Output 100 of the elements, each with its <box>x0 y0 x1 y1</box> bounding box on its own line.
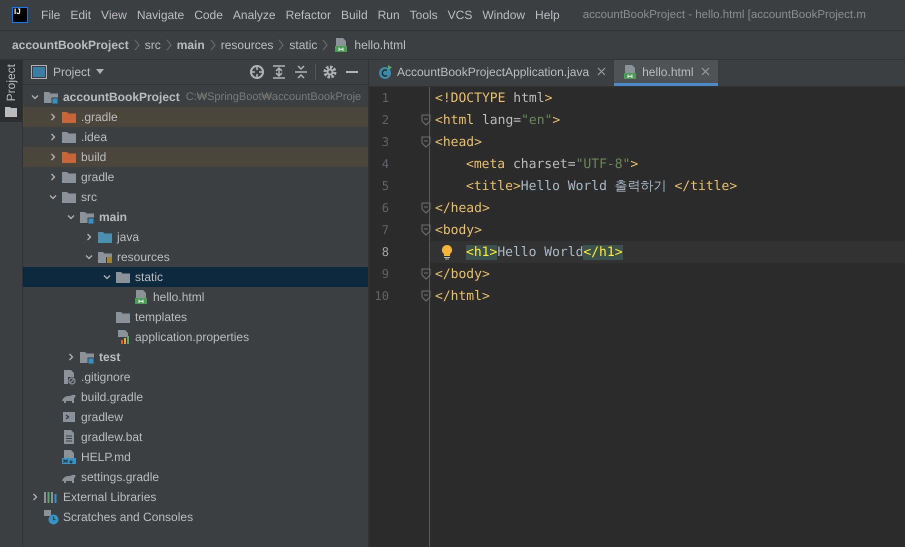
fold-marker-icon[interactable] <box>421 290 431 302</box>
breadcrumb-item[interactable]: src <box>144 38 161 52</box>
line-number: 4 <box>380 157 389 171</box>
fold-marker-icon[interactable] <box>421 136 431 148</box>
tree-item[interactable]: src <box>23 187 368 207</box>
close-icon[interactable] <box>597 67 606 76</box>
tree-item[interactable]: hello.html <box>23 287 368 307</box>
fold-marker-icon[interactable] <box>421 224 431 236</box>
chevron-right-icon <box>166 39 172 51</box>
tree-item[interactable]: gradle <box>23 167 368 187</box>
menu-item[interactable]: Navigate <box>132 8 190 22</box>
line-number: 7 <box>380 223 389 237</box>
window-title: accountBookProject - hello.html [accountBookProject.m <box>582 9 866 21</box>
lightbulb-icon[interactable] <box>441 244 453 260</box>
tree-item-label: main <box>99 210 128 224</box>
chevron-right-icon[interactable] <box>49 153 57 161</box>
chevron-down-icon[interactable] <box>49 193 57 201</box>
tree-item[interactable]: gradlew <box>23 407 368 427</box>
tree-item[interactable]: application.properties <box>23 327 368 347</box>
chevron-right-icon[interactable] <box>49 133 57 141</box>
tree-item[interactable]: .gitignore <box>23 367 368 387</box>
code-line: <title>Hello World 출력하기 </title> <box>465 178 738 196</box>
tree-item-label: gradle <box>81 170 114 184</box>
chevron-down-icon[interactable] <box>67 213 75 221</box>
collapse-all-icon[interactable] <box>293 64 309 80</box>
tree-item-label: build.gradle <box>81 390 144 404</box>
folder-icon <box>61 129 77 145</box>
chevron-right-icon[interactable] <box>67 353 75 361</box>
tree-item[interactable]: Scratches and Consoles <box>23 507 368 527</box>
code-line: </body> <box>434 266 491 284</box>
breadcrumb-item[interactable]: accountBookProject <box>12 38 129 52</box>
tree-item[interactable]: gradlew.bat <box>23 427 368 447</box>
menu-item[interactable]: Help <box>530 8 565 22</box>
close-icon[interactable] <box>701 67 710 76</box>
chevron-right-icon[interactable] <box>85 233 93 241</box>
tree-item-label: src <box>81 190 97 204</box>
menu-item[interactable]: Run <box>372 8 405 22</box>
menu-item[interactable]: Window <box>477 8 530 22</box>
tree-item[interactable]: External Libraries <box>23 487 368 507</box>
chevron-right-icon[interactable] <box>49 173 57 181</box>
tree-item[interactable]: .idea <box>23 127 368 147</box>
chevron-right-icon[interactable] <box>49 113 57 121</box>
tree-item-label: build <box>81 150 106 164</box>
tree-item[interactable]: templates <box>23 307 368 327</box>
chevron-right-icon[interactable] <box>31 493 39 501</box>
fold-marker-icon[interactable] <box>421 268 431 280</box>
menu-item[interactable]: Code <box>189 8 228 22</box>
menu-item[interactable]: View <box>96 8 132 22</box>
breadcrumb-item[interactable]: main <box>176 38 205 52</box>
menu-item[interactable]: Build <box>336 8 373 22</box>
chevron-down-icon[interactable] <box>103 273 111 281</box>
code-line: </html> <box>434 288 491 306</box>
tree-item[interactable]: HELP.md <box>23 447 368 467</box>
breadcrumb-item[interactable]: resources <box>220 38 274 52</box>
chevron-down-icon[interactable] <box>85 253 93 261</box>
code-line: <body> <box>434 222 483 240</box>
editor-tab[interactable]: AccountBookProjectApplication.java <box>369 60 614 86</box>
menu-item[interactable]: Edit <box>65 8 96 22</box>
tree-item[interactable]: static <box>23 267 368 287</box>
tree-item-label: static <box>135 270 164 284</box>
tree-item[interactable]: main <box>23 207 368 227</box>
html-file-icon <box>622 64 638 80</box>
tree-item[interactable]: settings.gradle <box>23 467 368 487</box>
target-icon[interactable] <box>249 64 265 80</box>
breadcrumb-item[interactable]: static <box>289 38 318 52</box>
tree-item[interactable]: accountBookProject C:₩SpringBoot₩accountBookProje <box>23 87 368 107</box>
line-number: 9 <box>380 267 389 281</box>
menu-item[interactable]: Refactor <box>280 8 336 22</box>
line-number: 2 <box>380 113 389 127</box>
scratch-clock-icon <box>43 509 59 525</box>
expand-all-icon[interactable] <box>271 64 287 80</box>
properties-file-icon <box>115 329 131 345</box>
settings-icon[interactable] <box>322 64 338 80</box>
tree-item[interactable]: test <box>23 347 368 367</box>
line-number: 3 <box>380 135 389 149</box>
tree-item[interactable]: .gradle <box>23 107 368 127</box>
line-number: 6 <box>380 201 389 215</box>
dropdown-arrow-icon[interactable] <box>96 69 104 75</box>
menu-item[interactable]: Tools <box>404 8 443 22</box>
chevron-down-icon[interactable] <box>31 93 39 101</box>
breadcrumb-item[interactable]: hello.html <box>354 38 406 52</box>
panel-title[interactable]: Project <box>53 65 90 79</box>
tree-item[interactable]: build.gradle <box>23 387 368 407</box>
line-number: 5 <box>380 179 389 193</box>
menu-item[interactable]: Analyze <box>228 8 281 22</box>
editor-tab[interactable]: hello.html <box>614 60 718 86</box>
library-bars-icon <box>43 489 59 505</box>
tree-item[interactable]: java <box>23 227 368 247</box>
app-logo: IJ <box>12 7 28 23</box>
tree-item-label: templates <box>135 310 188 324</box>
tree-item[interactable]: resources <box>23 247 368 267</box>
markdown-file-icon <box>61 449 77 465</box>
tool-window-tab[interactable]: Project <box>0 60 22 122</box>
menu-item[interactable]: VCS <box>442 8 478 22</box>
folder-icon <box>115 269 131 285</box>
menu-item[interactable]: File <box>36 8 66 22</box>
code-line: <!DOCTYPE html> <box>434 90 554 108</box>
tree-item[interactable]: build <box>23 147 368 167</box>
fold-marker-icon[interactable] <box>421 114 431 126</box>
fold-marker-icon[interactable] <box>421 202 431 214</box>
